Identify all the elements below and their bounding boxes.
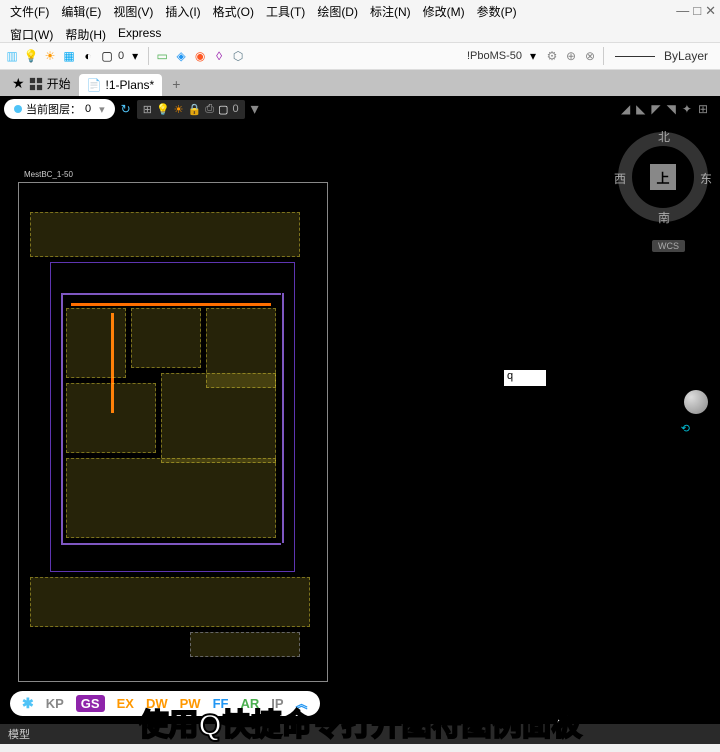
compass-south[interactable]: 南 (658, 209, 670, 226)
current-layer-label: 当前图层： (26, 101, 81, 117)
caption-overlay: 使用Q快捷命令打开图符图例面板 (0, 692, 720, 752)
chevron-down-icon[interactable]: ▾ (525, 48, 541, 64)
menu-help[interactable]: 帮助(H) (59, 24, 112, 40)
window-controls: — □ ✕ (676, 3, 716, 19)
rt4-icon[interactable]: ◥ (667, 102, 676, 116)
floor-plan (50, 262, 295, 572)
compass-north[interactable]: 北 (658, 128, 670, 145)
file-icon: 📄 (87, 78, 102, 92)
current-layer-badge[interactable]: 当前图层： 0 ▾ (4, 99, 115, 119)
line-sample (615, 56, 655, 57)
print-icon[interactable]: ⎙ (205, 103, 214, 116)
misc2-icon[interactable]: ⊕ (563, 48, 579, 64)
layer-dot-icon (14, 105, 22, 113)
swatch-value: 0 (118, 50, 124, 62)
refresh-icon[interactable]: ↻ (121, 102, 131, 116)
drawing-canvas[interactable]: MestBC_1-50 上 北 南 西 东 WCS q ⟲ Y (0, 122, 720, 724)
layer-icon[interactable]: ▦ (61, 48, 77, 64)
menu-tools[interactable]: 工具(T) (260, 1, 311, 22)
menu-dimension[interactable]: 标注(N) (364, 1, 417, 22)
windows-icon (29, 77, 43, 91)
bulb-icon[interactable]: 💡 (23, 48, 39, 64)
drawing-title: MestBC_1-50 (24, 170, 73, 179)
tool-b-icon[interactable]: ◈ (173, 48, 189, 64)
menu-modify[interactable]: 修改(M) (417, 1, 471, 22)
tool-c-icon[interactable]: ◉ (192, 48, 208, 64)
current-layer-value: 0 (85, 103, 91, 115)
menu-file[interactable]: 文件(F) (4, 1, 55, 22)
tab-start[interactable]: ★ 开始 (4, 71, 79, 96)
drawing-content (30, 262, 315, 662)
new-tab-button[interactable]: + (162, 72, 190, 96)
tool-d-icon[interactable]: ◊ (211, 48, 227, 64)
nav-sphere[interactable] (684, 390, 708, 414)
menu-insert[interactable]: 插入(I) (159, 1, 206, 22)
tab-start-label: 开始 (47, 75, 71, 92)
bulb2-icon[interactable]: 💡 (156, 103, 170, 116)
menu-parametric[interactable]: 参数(P) (471, 1, 523, 22)
misc1-icon[interactable]: ⚙ (544, 48, 560, 64)
more-icon[interactable]: ◐ (80, 48, 96, 64)
color-swatch[interactable]: ▢ (218, 103, 228, 116)
right-tools: ◢ ◣ ◤ ◥ ✦ ⊞ (621, 102, 716, 116)
menu-window[interactable]: 窗口(W) (4, 24, 59, 40)
lineweight-value[interactable]: ByLayer (664, 49, 708, 63)
menu-bar-2: 窗口(W) 帮助(H) Express (0, 22, 720, 42)
toolbar: ▥ 💡 ☀ ▦ ◐ ▢ 0 ▾ ▭ ◈ ◉ ◊ ⬡ !PboMS-50 ▾ ⚙ … (0, 42, 720, 70)
menu-format[interactable]: 格式(O) (207, 1, 260, 22)
command-input[interactable]: q (504, 370, 546, 386)
rt2-icon[interactable]: ◣ (636, 102, 645, 116)
misc3-icon[interactable]: ⊗ (582, 48, 598, 64)
document-tabs: ★ 开始 📄 !1-Plans* + (0, 70, 720, 96)
new-icon[interactable]: ▥ (4, 48, 20, 64)
menu-express[interactable]: Express (112, 24, 167, 40)
rt1-icon[interactable]: ◢ (621, 102, 630, 116)
maximize-icon[interactable]: □ (693, 3, 701, 19)
dropdown-icon[interactable]: ▾ (251, 99, 259, 119)
sun2-icon[interactable]: ☀ (174, 103, 184, 116)
tab-plans-label: !1-Plans* (106, 78, 155, 92)
grid-icon[interactable]: ⊞ (143, 103, 152, 116)
view-compass[interactable]: 上 北 南 西 东 (618, 132, 708, 222)
close-icon[interactable]: ✕ (705, 3, 716, 19)
rt3-icon[interactable]: ◤ (651, 102, 660, 116)
star-icon: ★ (12, 75, 25, 92)
chevron-down-icon: ▾ (99, 103, 105, 116)
swatch-icon[interactable]: ▢ (99, 48, 115, 64)
linetype-value[interactable]: !PboMS-50 (467, 50, 522, 62)
menu-edit[interactable]: 编辑(E) (55, 1, 107, 22)
lock-icon[interactable]: 🔒 (188, 103, 202, 116)
rt5-icon[interactable]: ✦ (682, 102, 692, 116)
rt6-icon[interactable]: ⊞ (698, 102, 708, 116)
tab-plans[interactable]: 📄 !1-Plans* (79, 74, 163, 96)
chevron-down-icon[interactable]: ▾ (127, 48, 143, 64)
compass-top-face[interactable]: 上 (650, 164, 676, 190)
tool-e-icon[interactable]: ⬡ (230, 48, 246, 64)
wcs-badge[interactable]: WCS (652, 240, 685, 252)
minimize-icon[interactable]: — (676, 3, 689, 19)
sun-icon[interactable]: ☀ (42, 48, 58, 64)
menu-bar: 文件(F) 编辑(E) 视图(V) 插入(I) 格式(O) 工具(T) 绘图(D… (0, 0, 720, 22)
layer-0-label: 0 (232, 103, 238, 115)
layer-bar: 当前图层： 0 ▾ ↻ ⊞ 💡 ☀ 🔒 ⎙ ▢ 0 ▾ ◢ ◣ ◤ ◥ ✦ ⊞ (0, 96, 720, 122)
menu-view[interactable]: 视图(V) (107, 1, 159, 22)
compass-west[interactable]: 西 (614, 170, 626, 187)
orbit-icon[interactable]: ⟲ (681, 422, 690, 435)
menu-draw[interactable]: 绘图(D) (311, 1, 364, 22)
layer-toolbar: ⊞ 💡 ☀ 🔒 ⎙ ▢ 0 (137, 100, 245, 119)
tool-a-icon[interactable]: ▭ (154, 48, 170, 64)
compass-east[interactable]: 东 (700, 170, 712, 187)
